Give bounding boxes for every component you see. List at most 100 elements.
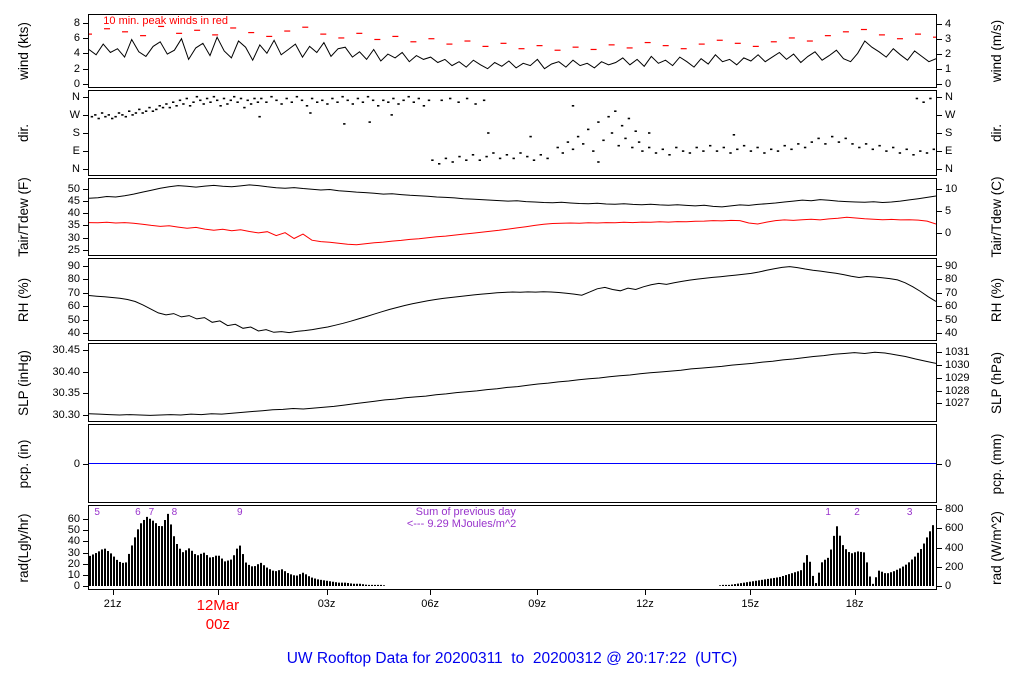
dir-point: [922, 101, 925, 103]
y-tick-label-left: 10: [67, 568, 80, 581]
y-tick-label-right: 1028: [945, 384, 970, 397]
dir-point: [478, 159, 481, 161]
dir-point: [756, 146, 759, 149]
dir-point: [117, 112, 121, 114]
dir-point: [576, 135, 580, 138]
radiation-bar: [848, 552, 850, 586]
radiation-bar: [152, 520, 154, 586]
radiation-bar: [320, 579, 322, 586]
dir-point: [878, 144, 881, 147]
dir-point: [144, 110, 148, 112]
y-tickmark-right: [937, 84, 942, 85]
y-tick-label-right: E: [945, 145, 953, 158]
radiation-bar: [875, 577, 877, 586]
rad-hour-digit: 1: [825, 507, 831, 518]
dir-point: [371, 99, 375, 102]
y-tickmark-right: [937, 528, 942, 530]
dir-point: [168, 106, 171, 109]
radiation-bar: [146, 516, 148, 586]
radiation-bar: [89, 555, 91, 586]
radiation-bar: [116, 559, 118, 586]
dir-point: [587, 128, 590, 131]
dir-point: [512, 157, 515, 160]
radiation-bar: [131, 545, 133, 586]
dir-point: [763, 152, 766, 154]
radiation-bar: [266, 567, 268, 586]
dir-point: [216, 99, 219, 102]
dir-point: [114, 115, 117, 118]
radiation-bar: [917, 552, 919, 586]
dir-point: [107, 114, 110, 116]
y-tick-label-left: N: [72, 90, 80, 103]
y-tick-label-left: 40: [67, 326, 80, 339]
x-tick-label: 18z: [845, 598, 864, 610]
y-tick-label-left: 35: [67, 219, 80, 232]
radiation-bar: [383, 585, 385, 586]
radiation-bar: [926, 537, 928, 586]
dir-point: [702, 150, 705, 152]
radiation-bar: [785, 575, 787, 586]
radiation-bar: [362, 584, 364, 586]
y-tick-label-left: E: [72, 145, 80, 158]
radiation-bar: [233, 555, 235, 586]
x-tick-label: 15z: [741, 598, 760, 610]
dir-point: [546, 157, 549, 160]
radiation-bar: [350, 583, 352, 586]
radiation-bar: [104, 548, 106, 586]
dir-point: [165, 103, 168, 105]
y-tickmark-right: [937, 586, 942, 587]
radiation-bar: [797, 571, 799, 586]
y-tick-label-left: W: [69, 108, 80, 121]
radiation-bar: [812, 575, 814, 586]
y-tick-label-left: 90: [67, 260, 80, 273]
y-tick-label-right: 1: [945, 63, 952, 76]
radiation-bar: [281, 569, 283, 586]
y-tick-label-left: 70: [67, 286, 80, 299]
radiation-bar: [314, 578, 316, 586]
dir-point: [155, 108, 158, 111]
radiation-bar: [731, 584, 733, 586]
dir-point: [121, 114, 124, 116]
radiation-bar: [329, 581, 331, 586]
tair-plot-area: [89, 184, 936, 246]
dir-point: [675, 146, 678, 149]
radiation-bar: [866, 562, 868, 586]
radiation-bar: [773, 577, 775, 586]
dir-point: [382, 99, 385, 102]
radiation-bar: [230, 559, 232, 586]
y-tickmark-left: [83, 201, 88, 203]
dir-point: [185, 97, 188, 100]
y-tickmark-right: [937, 114, 942, 116]
radiation-bar: [242, 554, 244, 586]
radiation-bar: [227, 560, 229, 586]
radiation-bar: [101, 549, 103, 586]
radiation-bar: [290, 574, 292, 586]
radiation-bar: [299, 574, 301, 586]
dir-point: [97, 117, 100, 120]
radiation-bar: [380, 584, 382, 586]
radiation-bar: [215, 555, 217, 586]
y-tickmark-left: [83, 414, 88, 416]
dir-point: [195, 95, 199, 98]
rad-hour-digit: 8: [171, 507, 178, 518]
dir-point: [402, 99, 405, 102]
rad-hour-digit: 5: [94, 507, 100, 518]
dir-point: [341, 95, 344, 98]
radiation-bar: [260, 562, 262, 586]
y-tick-label-right: 0: [945, 457, 952, 470]
dir-point: [526, 155, 529, 158]
y-tick-label-right: 10: [945, 183, 958, 196]
wind-series-line: [89, 35, 936, 70]
panel-tair: [88, 178, 937, 256]
dir-point: [351, 103, 354, 105]
dir-point: [498, 157, 502, 160]
dir-point: [336, 101, 339, 103]
dir-point: [392, 97, 395, 100]
y-tickmark-right: [937, 133, 942, 134]
tair-series-line: [89, 184, 936, 208]
y-tickmark-left: [83, 53, 88, 55]
dir-point: [915, 97, 919, 100]
radiation-bar: [365, 584, 367, 586]
y-tick-label-right: 1031: [945, 346, 970, 359]
radiation-bar: [833, 535, 835, 586]
